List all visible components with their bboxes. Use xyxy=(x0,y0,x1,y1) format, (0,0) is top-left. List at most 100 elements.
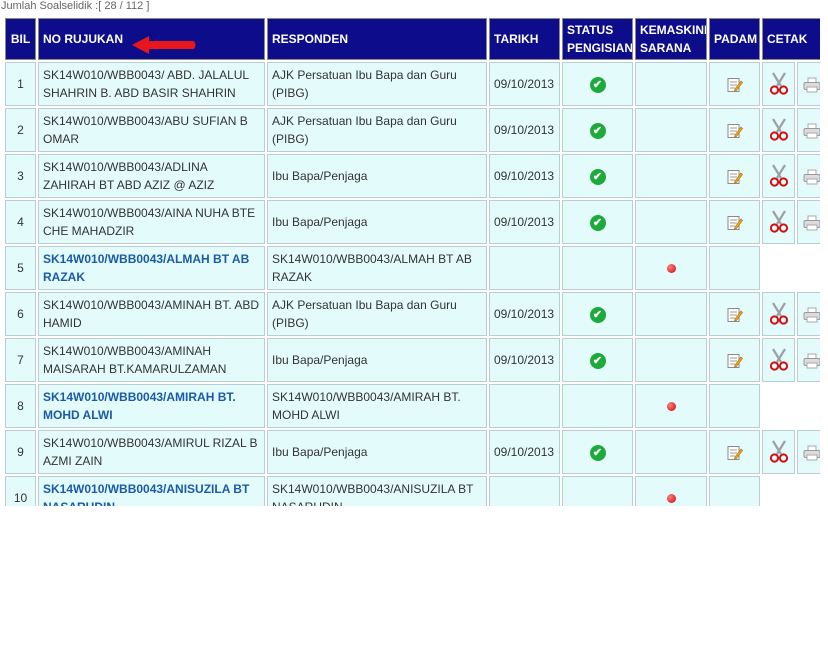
tarikh-cell xyxy=(489,476,560,506)
responden-cell: Ibu Bapa/Penjaga xyxy=(267,154,487,198)
kemaskini-cell[interactable] xyxy=(635,246,707,290)
header-padam: PADAM xyxy=(709,18,760,60)
edit-icon[interactable] xyxy=(727,215,743,231)
ref-cell: SK14W010/WBB0043/ ABD. JALALUL SHAHRIN B… xyxy=(38,62,265,106)
edit-icon[interactable] xyxy=(727,307,743,323)
tarikh-cell: 09/10/2013 xyxy=(489,62,560,106)
print-cell[interactable] xyxy=(797,292,820,336)
tarikh-cell: 09/10/2013 xyxy=(489,108,560,152)
tarikh-cell: 09/10/2013 xyxy=(489,292,560,336)
edit-icon[interactable] xyxy=(727,445,743,461)
edit-icon[interactable] xyxy=(727,169,743,185)
table-row: 10 SK14W010/WBB0043/ANISUZILA BT NASARUDI… xyxy=(5,476,820,506)
delete-cell[interactable] xyxy=(762,62,795,106)
row-number: 10 xyxy=(5,476,36,506)
padam-cell xyxy=(709,246,760,290)
print-icon[interactable] xyxy=(803,215,820,231)
row-number: 3 xyxy=(5,154,36,198)
print-cell[interactable] xyxy=(797,62,820,106)
check-circle-icon: ✔ xyxy=(589,76,606,93)
print-cell[interactable] xyxy=(797,108,820,152)
responden-cell: SK14W010/WBB0043/AMIRAH BT. MOHD ALWI xyxy=(267,384,487,428)
padam-cell[interactable] xyxy=(709,108,760,152)
ref-link[interactable]: SK14W010/WBB0043/ANISUZILA BT NASARUDIN xyxy=(43,482,249,506)
scissors-icon[interactable] xyxy=(768,164,790,188)
check-circle-icon: ✔ xyxy=(589,306,606,323)
kemaskini-cell[interactable] xyxy=(635,476,707,506)
padam-cell[interactable] xyxy=(709,430,760,474)
padam-cell[interactable] xyxy=(709,62,760,106)
ref-link-cell[interactable]: SK14W010/WBB0043/ANISUZILA BT NASARUDIN xyxy=(38,476,265,506)
scissors-icon[interactable] xyxy=(768,302,790,326)
survey-table-body: 1 SK14W010/WBB0043/ ABD. JALALUL SHAHRIN … xyxy=(5,62,820,506)
edit-icon[interactable] xyxy=(727,77,743,93)
ref-link-cell[interactable]: SK14W010/WBB0043/AMIRAH BT. MOHD ALWI xyxy=(38,384,265,428)
print-icon[interactable] xyxy=(803,123,820,139)
scissors-icon[interactable] xyxy=(768,118,790,142)
edit-icon[interactable] xyxy=(727,123,743,139)
ref-cell: SK14W010/WBB0043/ABU SUFIAN B OMAR xyxy=(38,108,265,152)
red-dot-icon[interactable] xyxy=(666,494,676,504)
status-cell: ✔ xyxy=(562,292,633,336)
ref-link-cell[interactable]: SK14W010/WBB0043/ALMAH BT AB RAZAK xyxy=(38,246,265,290)
row-number: 7 xyxy=(5,338,36,382)
status-cell xyxy=(562,476,633,506)
header-status-line1: STATUS xyxy=(567,23,614,37)
header-kemaskini-sarana: KEMASKINI SARANA xyxy=(635,18,707,60)
print-cell[interactable] xyxy=(797,338,820,382)
red-dot-icon[interactable] xyxy=(666,402,676,412)
print-cell[interactable] xyxy=(797,200,820,244)
check-circle-icon: ✔ xyxy=(589,444,606,461)
kemaskini-cell xyxy=(635,430,707,474)
cetak-empty-cell xyxy=(762,246,820,290)
responden-cell: Ibu Bapa/Penjaga xyxy=(267,430,487,474)
summary-count: Jumlah Soalselidik :[ 28 / 112 ] xyxy=(1,0,150,12)
print-icon[interactable] xyxy=(803,445,820,461)
kemaskini-cell xyxy=(635,292,707,336)
header-status-line2: PENGISIAN xyxy=(567,41,633,55)
kemaskini-cell[interactable] xyxy=(635,384,707,428)
edit-icon[interactable] xyxy=(727,353,743,369)
kemaskini-cell xyxy=(635,62,707,106)
delete-cell[interactable] xyxy=(762,154,795,198)
padam-cell[interactable] xyxy=(709,338,760,382)
delete-cell[interactable] xyxy=(762,292,795,336)
table-row: 5 SK14W010/WBB0043/ALMAH BT AB RAZAK SK14W… xyxy=(5,246,820,290)
print-icon[interactable] xyxy=(803,77,820,93)
red-arrow-icon xyxy=(132,36,196,54)
padam-cell[interactable] xyxy=(709,200,760,244)
row-number: 6 xyxy=(5,292,36,336)
scissors-icon[interactable] xyxy=(768,440,790,464)
padam-cell[interactable] xyxy=(709,292,760,336)
delete-cell[interactable] xyxy=(762,108,795,152)
status-cell: ✔ xyxy=(562,108,633,152)
print-icon[interactable] xyxy=(803,353,820,369)
padam-cell[interactable] xyxy=(709,154,760,198)
scissors-icon[interactable] xyxy=(768,72,790,96)
survey-table: BIL NO RUJUKAN RESPONDEN TARIKH STATUS PE… xyxy=(3,16,820,506)
status-cell: ✔ xyxy=(562,62,633,106)
print-icon[interactable] xyxy=(803,169,820,185)
responden-cell: AJK Persatuan Ibu Bapa dan Guru (PIBG) xyxy=(267,62,487,106)
header-kemaskini-line2: SARANA xyxy=(640,41,692,55)
check-circle-icon: ✔ xyxy=(589,352,606,369)
ref-link[interactable]: SK14W010/WBB0043/ALMAH BT AB RAZAK xyxy=(43,252,249,284)
print-cell[interactable] xyxy=(797,154,820,198)
status-cell: ✔ xyxy=(562,338,633,382)
responden-cell: AJK Persatuan Ibu Bapa dan Guru (PIBG) xyxy=(267,292,487,336)
red-dot-icon[interactable] xyxy=(666,264,676,274)
delete-cell[interactable] xyxy=(762,338,795,382)
responden-cell: SK14W010/WBB0043/ALMAH BT AB RAZAK xyxy=(267,246,487,290)
tarikh-cell: 09/10/2013 xyxy=(489,200,560,244)
delete-cell[interactable] xyxy=(762,200,795,244)
tarikh-cell: 09/10/2013 xyxy=(489,154,560,198)
ref-link[interactable]: SK14W010/WBB0043/AMIRAH BT. MOHD ALWI xyxy=(43,390,236,422)
table-row: 3 SK14W010/WBB0043/ADLINA ZAHIRAH BT ABD … xyxy=(5,154,820,198)
print-icon[interactable] xyxy=(803,307,820,323)
scissors-icon[interactable] xyxy=(768,348,790,372)
responden-cell: Ibu Bapa/Penjaga xyxy=(267,338,487,382)
tarikh-cell xyxy=(489,246,560,290)
scissors-icon[interactable] xyxy=(768,210,790,234)
delete-cell[interactable] xyxy=(762,430,795,474)
print-cell[interactable] xyxy=(797,430,820,474)
